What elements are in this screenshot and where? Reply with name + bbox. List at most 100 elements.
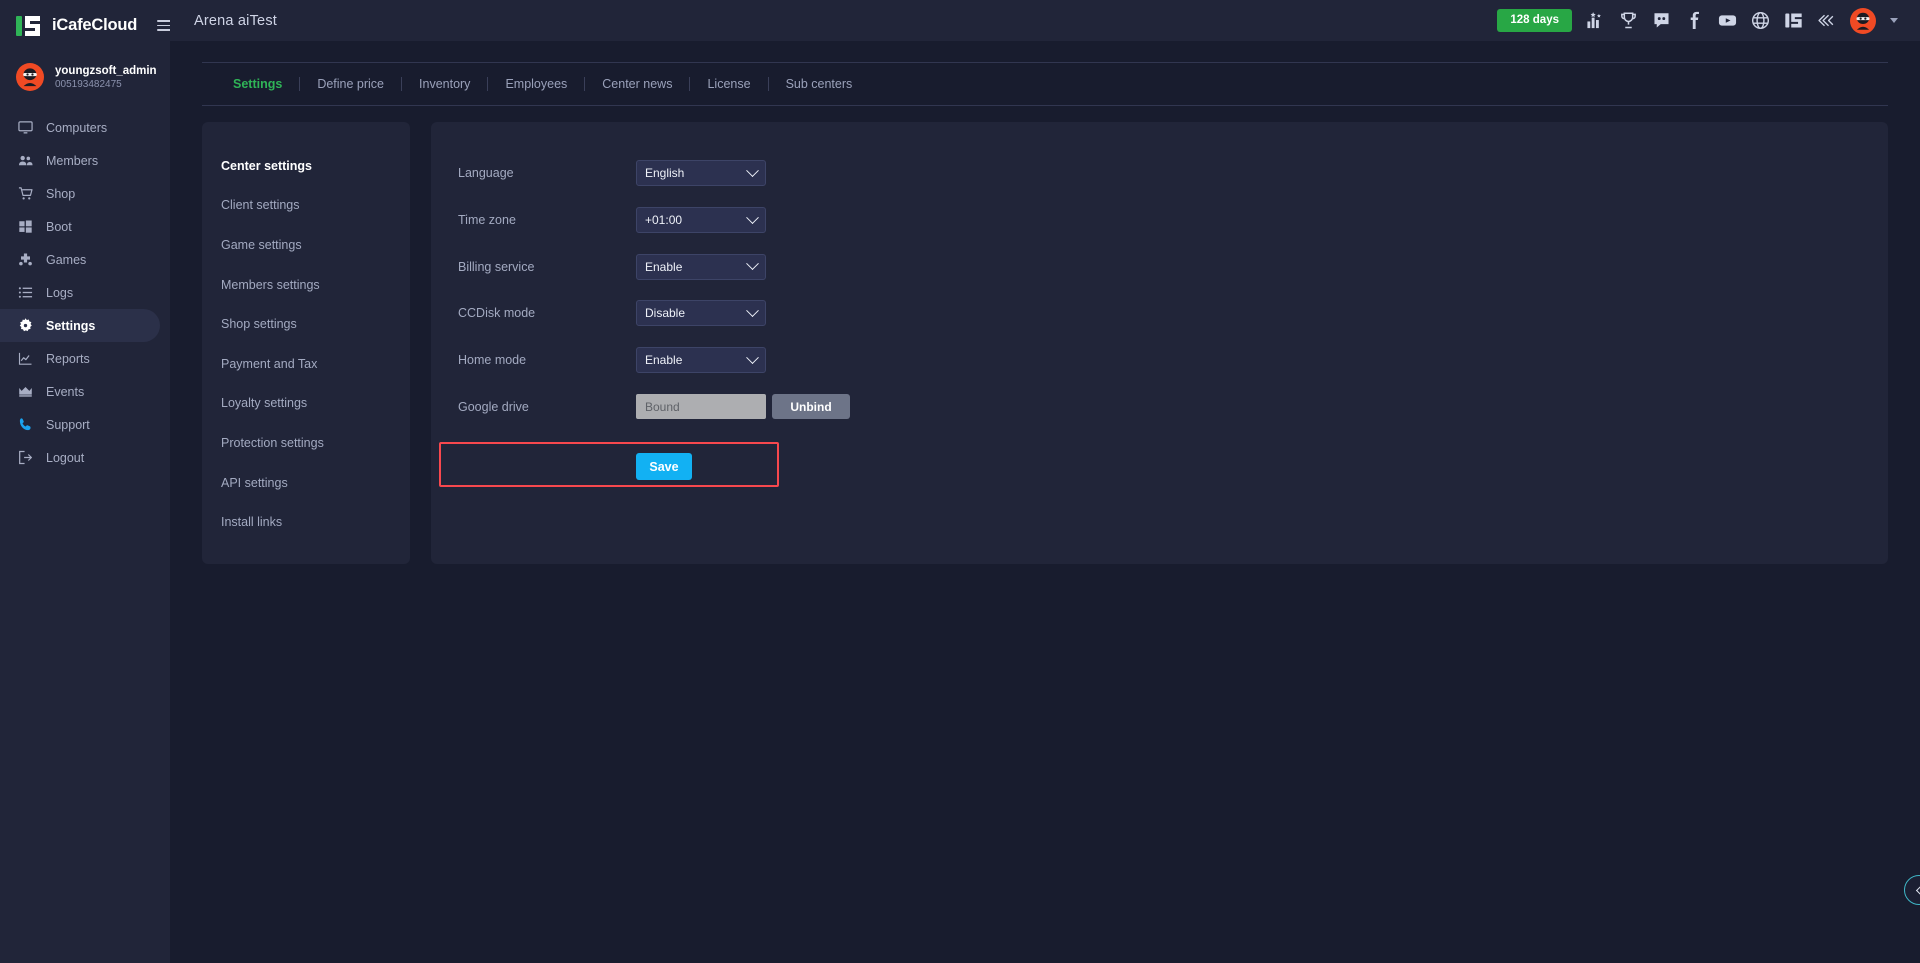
stats-chart-icon[interactable] — [1586, 11, 1605, 30]
sidebar-item-label: Boot — [46, 220, 72, 234]
profile-text: youngzsoft_admin 005193482475 — [55, 65, 157, 90]
sidebar-item-support[interactable]: Support — [0, 408, 160, 441]
settings-menu-item-members-settings[interactable]: Members settings — [202, 265, 410, 305]
home-mode-select[interactable]: Enable — [636, 347, 766, 373]
sidebar-item-reports[interactable]: Reports — [0, 342, 160, 375]
sidebar: iCafeCloud youngzsoft_admin 005193482475 — [0, 0, 170, 963]
settings-menu-item-api-settings[interactable]: API settings — [202, 463, 410, 503]
sidebar-item-computers[interactable]: Computers — [0, 111, 160, 144]
profile-name: youngzsoft_admin — [55, 65, 157, 77]
sidebar-item-members[interactable]: Members — [0, 144, 160, 177]
chevron-down-icon — [746, 351, 759, 364]
profile[interactable]: youngzsoft_admin 005193482475 — [0, 51, 170, 105]
form-control: Unbind — [636, 394, 850, 419]
sidebar-item-label: Logs — [46, 286, 73, 300]
form-label: Google drive — [458, 400, 636, 414]
tab-center-news[interactable]: Center news — [585, 77, 690, 91]
ccdisk-mode-select[interactable]: Disable — [636, 300, 766, 326]
monitor-icon — [18, 120, 33, 135]
chevron-down-icon[interactable] — [1890, 18, 1898, 23]
form-label: Billing service — [458, 260, 636, 274]
youtube-icon[interactable] — [1718, 11, 1737, 30]
sidebar-item-label: Reports — [46, 352, 90, 366]
settings-menu-item-loyalty-settings[interactable]: Loyalty settings — [202, 384, 410, 424]
settings-menu: Center settings Client settings Game set… — [202, 122, 410, 564]
phone-icon — [18, 417, 33, 432]
billing-service-select[interactable]: Enable — [636, 254, 766, 280]
sidebar-item-label: Support — [46, 418, 90, 432]
form-control: Disable — [636, 300, 766, 326]
sidebar-item-logs[interactable]: Logs — [0, 276, 160, 309]
settings-menu-item-game-settings[interactable]: Game settings — [202, 225, 410, 265]
people-icon — [18, 153, 33, 168]
sidebar-item-label: Members — [46, 154, 98, 168]
chevron-down-icon — [746, 258, 759, 271]
ccdisk-mode-select-value: Disable — [645, 306, 748, 320]
shopping-cart-icon — [18, 186, 33, 201]
globe-icon[interactable] — [1751, 11, 1770, 30]
sidebar-item-events[interactable]: Events — [0, 375, 160, 408]
form-row-billing-service: Billing service Enable — [431, 243, 1888, 290]
language-select-value: English — [645, 166, 748, 180]
ninja-avatar-icon — [16, 63, 44, 91]
form-control: English — [636, 160, 766, 186]
settings-menu-item-protection-settings[interactable]: Protection settings — [202, 423, 410, 463]
form-label: Time zone — [458, 213, 636, 227]
sidebar-item-label: Settings — [46, 319, 95, 333]
sidebar-nav: Computers Members Shop Boot — [0, 105, 170, 474]
tab-settings[interactable]: Settings — [216, 77, 300, 91]
icafecloud-logo-icon — [16, 15, 42, 37]
tab-employees[interactable]: Employees — [488, 77, 585, 91]
sidebar-item-games[interactable]: Games — [0, 243, 160, 276]
form-row-home-mode: Home mode Enable — [431, 337, 1888, 384]
unbind-button[interactable]: Unbind — [772, 394, 850, 419]
form-control: Enable — [636, 347, 766, 373]
chevron-down-icon — [746, 164, 759, 177]
tab-define-price[interactable]: Define price — [300, 77, 402, 91]
language-select[interactable]: English — [636, 160, 766, 186]
home-mode-select-value: Enable — [645, 353, 748, 367]
windows-icon — [18, 219, 33, 234]
days-badge[interactable]: 128 days — [1497, 9, 1572, 33]
facebook-icon[interactable] — [1685, 11, 1704, 30]
sidebar-item-boot[interactable]: Boot — [0, 210, 160, 243]
logout-icon — [18, 450, 33, 465]
topbar: Arena aiTest 128 days — [170, 0, 1920, 41]
main-area: Arena aiTest 128 days — [170, 0, 1920, 963]
avatar[interactable] — [1850, 8, 1876, 34]
settings-menu-item-payment-and-tax[interactable]: Payment and Tax — [202, 344, 410, 384]
tab-inventory[interactable]: Inventory — [402, 77, 488, 91]
settings-menu-item-install-links[interactable]: Install links — [202, 502, 410, 542]
time-zone-select[interactable]: +01:00 — [636, 207, 766, 233]
settings-menu-item-center-settings[interactable]: Center settings — [202, 146, 410, 186]
gamepad-icon — [18, 252, 33, 267]
brand: iCafeCloud — [0, 0, 170, 51]
settings-menu-item-client-settings[interactable]: Client settings — [202, 186, 410, 226]
form-control: Enable — [636, 254, 766, 280]
cloud-layers-icon[interactable] — [1817, 11, 1836, 30]
sidebar-item-label: Events — [46, 385, 84, 399]
panel-collapse-handle[interactable] — [1904, 875, 1920, 905]
form-label: CCDisk mode — [458, 306, 636, 320]
discord-icon[interactable] — [1652, 11, 1671, 30]
sidebar-item-settings[interactable]: Settings — [0, 309, 160, 342]
sidebar-item-shop[interactable]: Shop — [0, 177, 160, 210]
form-row-language: Language English — [431, 150, 1888, 197]
save-button[interactable]: Save — [636, 453, 692, 480]
brand-name: iCafeCloud — [52, 16, 137, 35]
tab-sub-centers[interactable]: Sub centers — [769, 77, 870, 91]
icafecloud-icon[interactable] — [1784, 11, 1803, 30]
list-icon — [18, 285, 33, 300]
sidebar-item-logout[interactable]: Logout — [0, 441, 160, 474]
form-row-google-drive: Google drive Unbind — [431, 383, 1888, 430]
chevron-left-icon — [1915, 885, 1920, 895]
chart-line-icon — [18, 351, 33, 366]
sidebar-item-label: Computers — [46, 121, 107, 135]
trophy-icon[interactable] — [1619, 11, 1638, 30]
chevron-down-icon — [746, 304, 759, 317]
tab-license[interactable]: License — [690, 77, 768, 91]
settings-menu-item-shop-settings[interactable]: Shop settings — [202, 304, 410, 344]
sidebar-item-label: Games — [46, 253, 86, 267]
page-title: Arena aiTest — [194, 13, 277, 29]
google-drive-input[interactable] — [636, 394, 766, 419]
